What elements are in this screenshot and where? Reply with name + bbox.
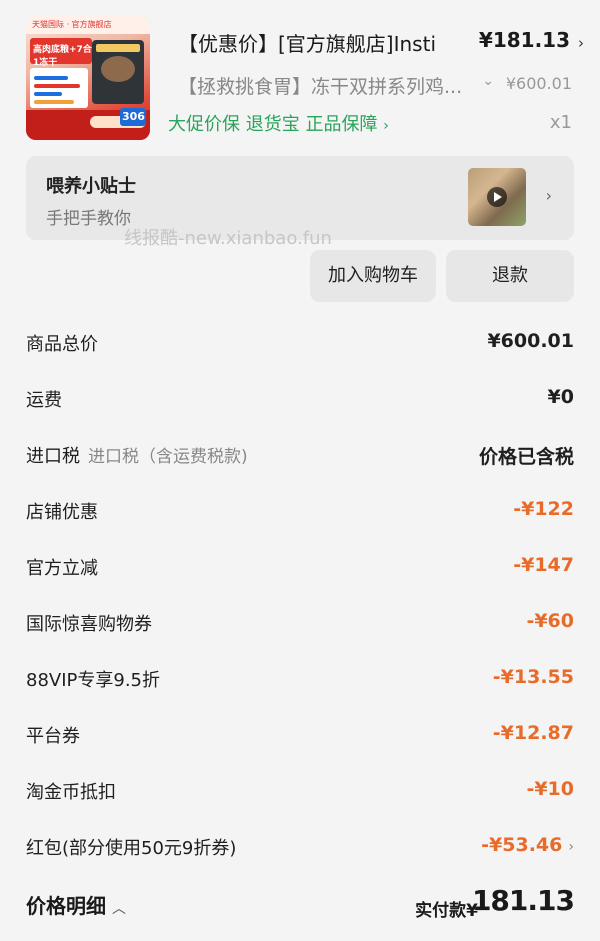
fee-value: -¥122 [513,498,574,520]
fee-row-88vip: 88VIP专享9.5折 -¥13.55 [26,666,574,706]
fee-label: 平台券 [26,726,80,747]
fee-value: -¥13.55 [492,666,574,688]
product-price: ¥181.13 [478,28,570,52]
tips-video-thumbnail[interactable] [468,168,526,226]
fee-row-official-discount: 官方立减 -¥147 [26,554,574,594]
fee-value: -¥12.87 [492,722,574,744]
fee-row-coins: 淘金币抵扣 -¥10 [26,778,574,818]
fee-value: -¥60 [526,610,574,632]
price-details-toggle[interactable]: 价格明细 ︿ [26,890,126,919]
service-tags[interactable]: 大促价保 退货宝 正品保障 › [168,110,389,136]
thumbnail-panel [30,68,88,108]
fee-row-store-discount: 店铺优惠 -¥122 [26,498,574,538]
fee-value: -¥147 [513,554,574,576]
quantity: x1 [549,112,572,133]
fee-value: -¥53.46 › [481,834,574,856]
payment-summary: 价格明细 ︿ 实付款¥ 181.13 [26,884,575,928]
refund-button[interactable]: 退款 [446,250,574,302]
fee-row-subtotal: 商品总价 ¥600.01 [26,330,574,370]
fee-label: 官方立减 [26,558,98,579]
original-price: ¥600.01 [505,74,572,93]
service-tags-row[interactable]: 大促价保 退货宝 正品保障 › x1 [168,110,578,138]
fee-row-shipping: 运费 ¥0 [26,386,574,426]
add-to-cart-button[interactable]: 加入购物车 [310,250,436,302]
thumbnail-package [92,40,144,104]
fee-row-platform-coupon: 平台券 -¥12.87 [26,722,574,762]
chevron-right-icon[interactable]: › [578,34,584,52]
fee-row-import-tax[interactable]: 进口税 进口税（含运费税款) 价格已含税 [26,442,574,482]
fee-value: -¥10 [526,778,574,800]
fee-row-red-packet[interactable]: 红包(部分使用50元9折券) -¥53.46 › [26,834,574,874]
fee-note: 进口税（含运费税款) [88,447,248,467]
order-item[interactable]: 天猫国际 · 官方旗舰店 高肉底粮+7合1冻干 306 【优惠价】[官方旗舰店]… [0,0,600,150]
watermark: 线报酷-new.xianbao.fun [124,228,332,249]
fee-label: 进口税 进口税（含运费税款) [26,446,248,467]
product-sku-row[interactable]: 【拯救挑食胃】冻干双拼系列鸡... ⌄ ¥600.01 [178,72,578,100]
fee-label: 商品总价 [26,334,98,355]
product-thumbnail[interactable]: 天猫国际 · 官方旗舰店 高肉底粮+7合1冻干 306 [26,16,150,140]
total-amount: 181.13 [471,884,575,917]
product-title-row[interactable]: 【优惠价】[官方旗舰店]Insti ¥181.13 › [178,28,584,60]
product-sku[interactable]: 【拯救挑食胃】冻干双拼系列鸡... [178,72,478,99]
chevron-right-icon[interactable]: › [568,839,574,855]
fee-value: 价格已含税 [478,446,574,468]
product-title[interactable]: 【优惠价】[官方旗舰店]Insti [178,28,468,57]
fee-label: 淘金币抵扣 [26,782,116,803]
fee-label: 88VIP专享9.5折 [26,670,161,691]
chevron-right-icon[interactable]: › [546,186,552,205]
fee-label: 国际惊喜购物券 [26,614,152,635]
total-label: 实付款¥ [415,901,478,921]
play-icon [487,187,507,207]
fee-value: ¥600.01 [487,330,574,352]
thumbnail-headline: 高肉底粮+7合1冻干 [30,38,92,68]
chevron-right-icon[interactable]: › [383,118,389,134]
chevron-down-icon[interactable]: ⌄ [482,73,494,89]
thumbnail-price-badge: 306 [120,108,146,126]
fee-label: 红包(部分使用50元9折券) [26,838,237,859]
tips-title: 喂养小贴士 [46,176,136,197]
fee-label: 店铺优惠 [26,502,98,523]
tips-subtitle: 手把手教你 [46,209,131,229]
fee-label: 运费 [26,390,62,411]
fee-row-intl-coupon: 国际惊喜购物券 -¥60 [26,610,574,650]
thumbnail-banner: 天猫国际 · 官方旗舰店 [26,16,150,34]
fee-value: ¥0 [547,386,574,408]
chevron-up-icon[interactable]: ︿ [112,901,126,917]
